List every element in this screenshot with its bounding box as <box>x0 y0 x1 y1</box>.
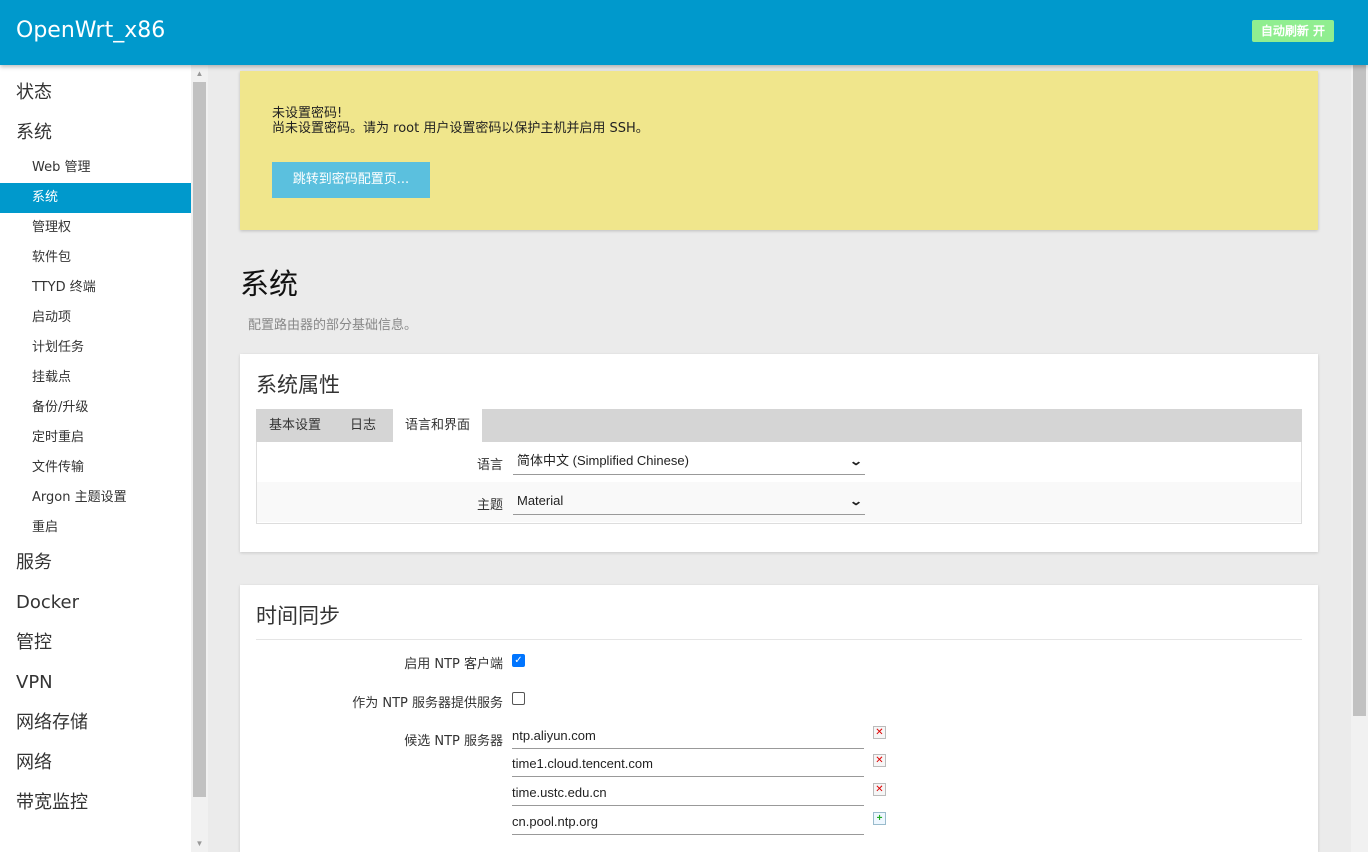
theme-value: Material <box>517 493 564 508</box>
sidebar-sub-reboot[interactable]: 重启 <box>0 513 191 543</box>
add-icon[interactable]: + <box>873 812 886 825</box>
sidebar-sub-web-admin[interactable]: Web 管理 <box>0 153 191 183</box>
theme-label: 主题 <box>476 498 503 513</box>
sidebar-scroll-thumb[interactable] <box>193 82 206 797</box>
page-title: 系统 <box>240 267 299 301</box>
section-title: 系统属性 <box>256 373 340 397</box>
top-header: OpenWrt_x86 自动刷新 开 <box>0 0 1368 65</box>
sidebar-sub-packages[interactable]: 软件包 <box>0 243 191 273</box>
main-scrollbar[interactable] <box>1351 0 1368 852</box>
sidebar-sub-ttyd[interactable]: TTYD 终端 <box>0 273 191 303</box>
auto-refresh-button[interactable]: 自动刷新 开 <box>1251 20 1334 42</box>
ntp-server-input[interactable]: time.ustc.edu.cn <box>512 779 864 806</box>
sidebar-sub-file-transfer[interactable]: 文件传输 <box>0 453 191 483</box>
brand-title[interactable]: OpenWrt_x86 <box>16 18 165 43</box>
ntp-server-input[interactable]: cn.pool.ntp.org <box>512 808 864 835</box>
sidebar-sub-crontab[interactable]: 计划任务 <box>0 333 191 363</box>
main-scroll-thumb[interactable] <box>1353 38 1366 716</box>
sidebar-sub-scheduled-reboot[interactable]: 定时重启 <box>0 423 191 453</box>
tab-log[interactable]: 日志 <box>334 409 392 442</box>
language-value: 简体中文 (Simplified Chinese) <box>517 453 689 468</box>
sidebar-item-services[interactable]: 服务 <box>0 543 191 583</box>
theme-row: 主题 Material ⌄ <box>257 482 1301 522</box>
system-properties-card: 系统属性 基本设置 日志 语言和界面 语言 简体中文 (Simplified C… <box>240 354 1318 552</box>
section-title: 时间同步 <box>256 604 340 628</box>
sidebar-item-docker[interactable]: Docker <box>0 583 191 623</box>
language-label: 语言 <box>476 458 503 473</box>
ntp-server-checkbox[interactable] <box>512 692 525 705</box>
sidebar-sub-argon[interactable]: Argon 主题设置 <box>0 483 191 513</box>
language-row: 语言 简体中文 (Simplified Chinese) ⌄ <box>257 442 1301 482</box>
candidates-label: 候选 NTP 服务器 <box>404 734 503 749</box>
sidebar-scrollbar[interactable]: ▲ ▼ <box>191 65 208 852</box>
sidebar-item-status[interactable]: 状态 <box>0 73 191 113</box>
time-sync-card: 时间同步 启用 NTP 客户端 ✓ 作为 NTP 服务器提供服务 候选 NTP … <box>240 585 1318 852</box>
scroll-up-icon[interactable]: ▲ <box>191 65 208 82</box>
sidebar-item-system[interactable]: 系统 <box>0 113 191 153</box>
ntp-server-input[interactable]: ntp.aliyun.com <box>512 722 864 749</box>
remove-icon[interactable]: ✕ <box>873 783 886 796</box>
tab-bar: 基本设置 日志 语言和界面 <box>256 409 1302 442</box>
ntp-server-input[interactable]: time1.cloud.tencent.com <box>512 750 864 777</box>
sidebar-item-network[interactable]: 网络 <box>0 743 191 783</box>
enable-ntp-label: 启用 NTP 客户端 <box>404 657 503 672</box>
page-description: 配置路由器的部分基础信息。 <box>248 318 418 333</box>
sidebar-sub-admin[interactable]: 管理权 <box>0 213 191 243</box>
sidebar-sub-system[interactable]: 系统 <box>0 183 191 213</box>
chevron-down-icon: ⌄ <box>848 454 864 468</box>
sidebar-item-vpn[interactable]: VPN <box>0 663 191 703</box>
password-warning-alert: 未设置密码! 尚未设置密码。请为 root 用户设置密码以保护主机并启用 SSH… <box>240 71 1318 230</box>
remove-icon[interactable]: ✕ <box>873 754 886 767</box>
sidebar-sub-startup[interactable]: 启动项 <box>0 303 191 333</box>
scroll-down-icon[interactable]: ▼ <box>191 835 208 852</box>
remove-icon[interactable]: ✕ <box>873 726 886 739</box>
goto-password-button[interactable]: 跳转到密码配置页... <box>272 162 430 198</box>
tab-panel: 语言 简体中文 (Simplified Chinese) ⌄ 主题 Materi… <box>256 442 1302 524</box>
tab-basic[interactable]: 基本设置 <box>256 409 334 442</box>
tab-language[interactable]: 语言和界面 <box>393 409 482 442</box>
sidebar-item-control[interactable]: 管控 <box>0 623 191 663</box>
sidebar: 状态 系统 Web 管理 系统 管理权 软件包 TTYD 终端 启动项 计划任务… <box>0 65 191 852</box>
language-select[interactable]: 简体中文 (Simplified Chinese) ⌄ <box>513 447 865 475</box>
chevron-down-icon: ⌄ <box>848 494 864 508</box>
enable-ntp-checkbox[interactable]: ✓ <box>512 654 525 667</box>
sidebar-item-nas[interactable]: 网络存储 <box>0 703 191 743</box>
theme-select[interactable]: Material ⌄ <box>513 487 865 515</box>
sidebar-sub-mounts[interactable]: 挂载点 <box>0 363 191 393</box>
alert-message: 尚未设置密码。请为 root 用户设置密码以保护主机并启用 SSH。 <box>272 121 649 136</box>
sidebar-item-bandwidth[interactable]: 带宽监控 <box>0 783 191 823</box>
ntp-server-label: 作为 NTP 服务器提供服务 <box>352 696 503 711</box>
divider <box>256 639 1302 640</box>
sidebar-sub-backup[interactable]: 备份/升级 <box>0 393 191 423</box>
